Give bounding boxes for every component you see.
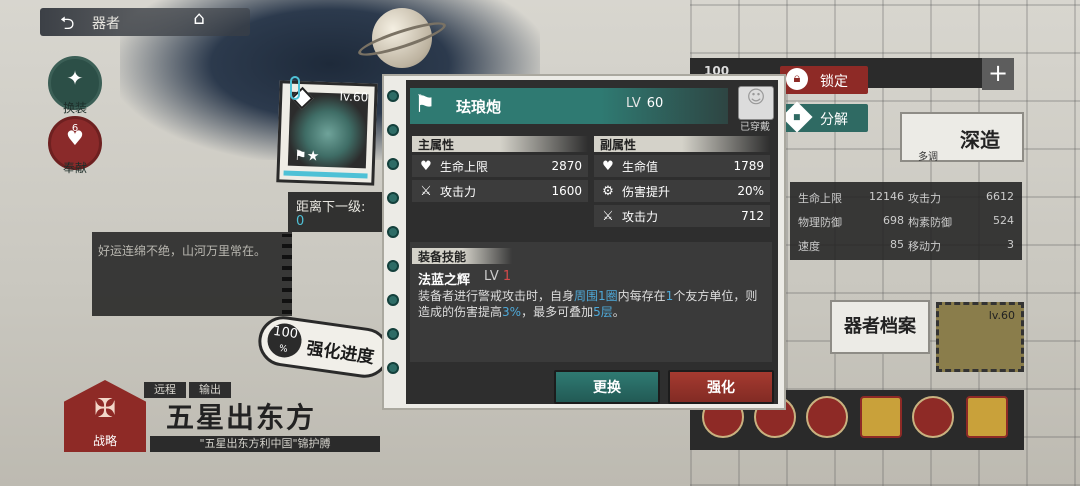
- notebook-rings: [382, 90, 404, 390]
- next-level-label: 距离下一级:: [296, 200, 366, 215]
- back-label[interactable]: 器者: [92, 13, 120, 33]
- skill-icon[interactable]: [912, 396, 954, 438]
- stat-move: 移动力 3: [908, 238, 1014, 253]
- equipped-item-thumb[interactable]: lv.60: [936, 302, 1024, 372]
- stat-speed: 速度 85: [798, 238, 904, 253]
- sub-attributes-title: 副属性: [594, 136, 770, 152]
- flag-icon: ⚑: [414, 90, 436, 118]
- next-level-value: 0: [296, 214, 305, 229]
- stat-atk: 攻击力 6612: [908, 190, 1014, 205]
- add-icon[interactable]: +: [982, 58, 1014, 90]
- stat-cdef: 构素防御 524: [908, 214, 1014, 229]
- blessing-panel: 好运连绵不绝，山河万里常在。: [92, 232, 292, 316]
- decompose-icon: ◆: [781, 101, 813, 133]
- next-level-box: 距离下一级: 0: [288, 192, 382, 232]
- advanced-study-sub: 多调: [918, 152, 938, 163]
- character-subtitle: "五星出东方利中国"锦护膊: [150, 436, 380, 452]
- attr-row: ⚔ 攻击力 1600: [412, 180, 588, 202]
- bless-button[interactable]: ♥ 6 奉献: [48, 116, 102, 175]
- attr-row: ♥ 生命值 1789: [594, 155, 770, 177]
- lock-label: 锁定: [820, 74, 848, 90]
- equipment-header: ⚑ 珐琅炮 LV 60: [410, 88, 728, 124]
- lock-button[interactable]: 🔒︎ 锁定: [780, 66, 868, 94]
- swords-icon: ⚔: [420, 183, 432, 199]
- skill-icon[interactable]: [860, 396, 902, 438]
- skill-icon[interactable]: [806, 396, 848, 438]
- progress-label: 强化进度: [305, 338, 376, 368]
- character-stats-panel: 生命上限 12146 攻击力 6612 物理防御 698 构素防御 524 速度 85 移…: [790, 182, 1022, 260]
- equipment-level: LV 60: [626, 96, 664, 111]
- blessing-text: 好运连绵不绝，山河万里常在。: [98, 244, 267, 258]
- strategy-icon: ✠: [94, 394, 116, 424]
- home-icon[interactable]: ⌂: [186, 8, 212, 32]
- stat-pdef: 物理防御 698: [798, 214, 904, 229]
- skill-section-title: 装备技能: [412, 248, 512, 264]
- bless-label: 奉献: [62, 161, 87, 175]
- role-tags: 远程 输出: [144, 378, 234, 398]
- character-title: 五星出东方: [166, 401, 317, 434]
- sub-attributes: 副属性 ♥ 生命值 1789 ⚙ 伤害提升 20% ⚔ 攻击力 712: [594, 136, 770, 227]
- main-attributes: 主属性 ♥ 生命上限 2870 ⚔ 攻击力 1600: [412, 136, 588, 202]
- outfit-icon: ✦: [66, 66, 84, 90]
- attr-row: ⚙ 伤害提升 20%: [594, 180, 770, 202]
- dotted-divider: [282, 234, 292, 314]
- skill-level: LV 1: [484, 269, 512, 284]
- lock-icon: 🔒︎: [786, 68, 808, 90]
- equipped-label: 已穿戴: [740, 122, 770, 133]
- paperclip-icon: [290, 76, 300, 100]
- thumbnail-bar: [283, 170, 368, 179]
- swap-outfit-button[interactable]: ✦ 换装: [48, 56, 102, 115]
- upgrade-button[interactable]: 强化: [668, 370, 774, 404]
- star-icon: ⚑★: [293, 147, 320, 165]
- swap-outfit-label: 换装: [62, 101, 87, 115]
- card-footer-decoration: [412, 380, 532, 400]
- decompose-label: 分解: [820, 112, 848, 128]
- strategy-label: 战略: [92, 434, 117, 448]
- equipment-name: 珐琅炮: [456, 98, 502, 116]
- skill-name: 法蓝之辉: [418, 273, 471, 288]
- heart-icon: ♥: [602, 158, 614, 174]
- progress-percent: 100%: [265, 321, 304, 360]
- equipped-item-level: lv.60: [988, 309, 1015, 322]
- equipment-skill-panel: 装备技能 法蓝之辉 LV 1 装备者进行警戒攻击时，自身周围1圈内每存在1个友方…: [410, 242, 772, 362]
- attr-row: ⚔ 攻击力 712: [594, 205, 770, 227]
- advanced-study-label: 深造: [960, 128, 1000, 152]
- swords-icon: ⚔: [602, 208, 614, 224]
- decompose-button[interactable]: ◆ 分解: [780, 101, 868, 133]
- advanced-study-button[interactable]: 深造 多调: [900, 112, 1024, 163]
- swap-button[interactable]: 更换: [554, 370, 660, 404]
- attr-row: ♥ 生命上限 2870: [412, 155, 588, 177]
- archive-button[interactable]: 器者档案: [830, 300, 930, 354]
- skill-icon[interactable]: [966, 396, 1008, 438]
- thumbnail-level: lv.60: [339, 89, 369, 105]
- heart-icon: ♥: [420, 158, 432, 174]
- stat-hp: 生命上限 12146: [798, 190, 904, 205]
- main-attributes-title: 主属性: [412, 136, 588, 152]
- top-bar: ⮌ 器者: [40, 8, 250, 36]
- back-icon[interactable]: ⮌: [60, 11, 74, 41]
- skill-description: 装备者进行警戒攻击时，自身周围1圈内每存在1个友方单位，则造成的伤害提高3%，最…: [418, 289, 758, 319]
- equipped-avatar[interactable]: ☺: [738, 86, 774, 120]
- bless-count: 6: [71, 123, 79, 134]
- gear-icon: ⚙: [602, 183, 614, 199]
